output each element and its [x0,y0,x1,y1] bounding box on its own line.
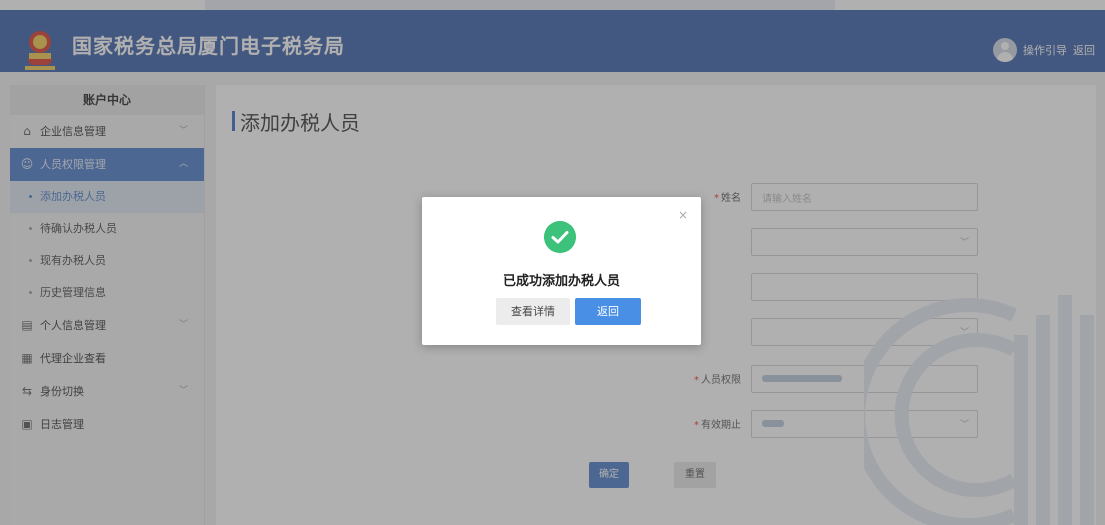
success-check-icon [544,221,576,253]
dialog-message: 已成功添加办税人员 [502,274,620,289]
view-details-button[interactable]: 查看详情 [496,298,570,325]
success-dialog: × 已成功添加办税人员 查看详情 返回 [422,197,701,345]
close-icon[interactable]: × [678,208,688,222]
dialog-back-button[interactable]: 返回 [575,298,641,325]
